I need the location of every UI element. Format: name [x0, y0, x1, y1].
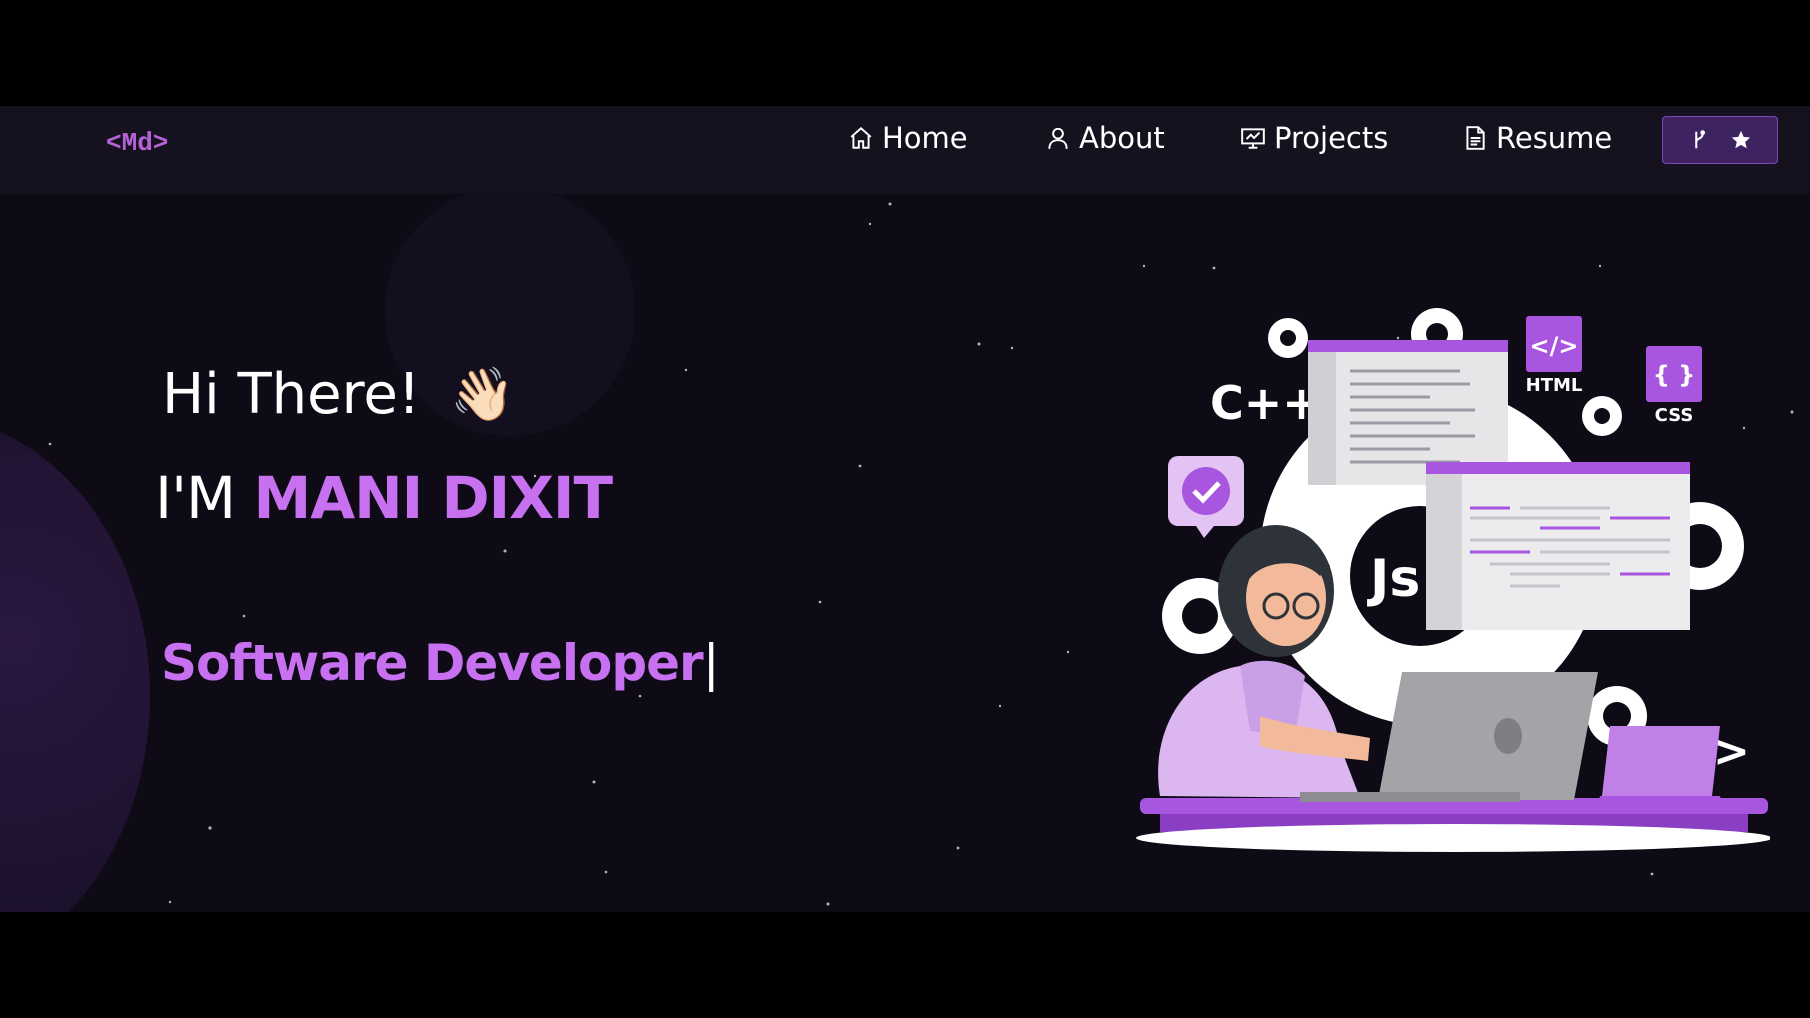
role-text: Software Developer	[161, 634, 704, 692]
name-prefix: I'M	[155, 464, 236, 532]
document-icon	[1466, 126, 1485, 150]
greeting-text: Hi There!	[162, 362, 421, 427]
star-icon	[1731, 130, 1751, 149]
hero-greeting: Hi There! 👋🏻	[162, 362, 515, 427]
letterbox-top	[0, 0, 1810, 106]
nav-label-home: Home	[882, 121, 968, 155]
letterbox-bottom	[0, 912, 1810, 1018]
user-icon	[1048, 127, 1068, 149]
html-label: HTML	[1526, 375, 1583, 396]
code-window-front	[1426, 462, 1690, 630]
waving-hand-icon: 👋🏻	[450, 365, 516, 425]
js-label: Js	[1367, 549, 1420, 609]
hero-name: MANI DIXIT	[253, 464, 614, 532]
nav-item-home[interactable]: Home	[848, 118, 968, 158]
css-label: CSS	[1655, 405, 1694, 426]
developer-illustration: C++ </> HTML { } CSS Js </>	[1136, 308, 1770, 852]
github-fork-button[interactable]	[1662, 116, 1778, 164]
check-bubble-icon	[1168, 456, 1244, 538]
git-fork-icon	[1695, 130, 1706, 149]
nav-item-projects[interactable]: Projects	[1240, 118, 1388, 158]
cpp-label: C++	[1210, 376, 1321, 430]
home-icon	[850, 126, 872, 149]
presentation-icon	[1241, 128, 1265, 149]
nav-item-resume[interactable]: Resume	[1462, 118, 1612, 158]
desk-shadow	[1136, 824, 1770, 852]
site-logo[interactable]: <Md>	[106, 128, 168, 158]
typing-cursor: |	[702, 634, 720, 692]
nav-label-projects: Projects	[1274, 121, 1389, 155]
html-badge-symbol: </>	[1530, 332, 1579, 360]
hero-name-line: I'M MANI DIXIT	[155, 464, 614, 532]
typewriter-role: Software Developer|	[161, 634, 720, 692]
css-badge-symbol: { }	[1653, 361, 1696, 389]
tablet	[1598, 726, 1722, 804]
portfolio-page: <Md> Home About Projects Resume Hi There…	[0, 106, 1810, 912]
nav-label-about: About	[1079, 121, 1165, 155]
nav-item-about[interactable]: About	[1045, 118, 1165, 158]
nav-label-resume: Resume	[1496, 121, 1613, 155]
top-navbar: <Md> Home About Projects Resume	[0, 106, 1810, 194]
